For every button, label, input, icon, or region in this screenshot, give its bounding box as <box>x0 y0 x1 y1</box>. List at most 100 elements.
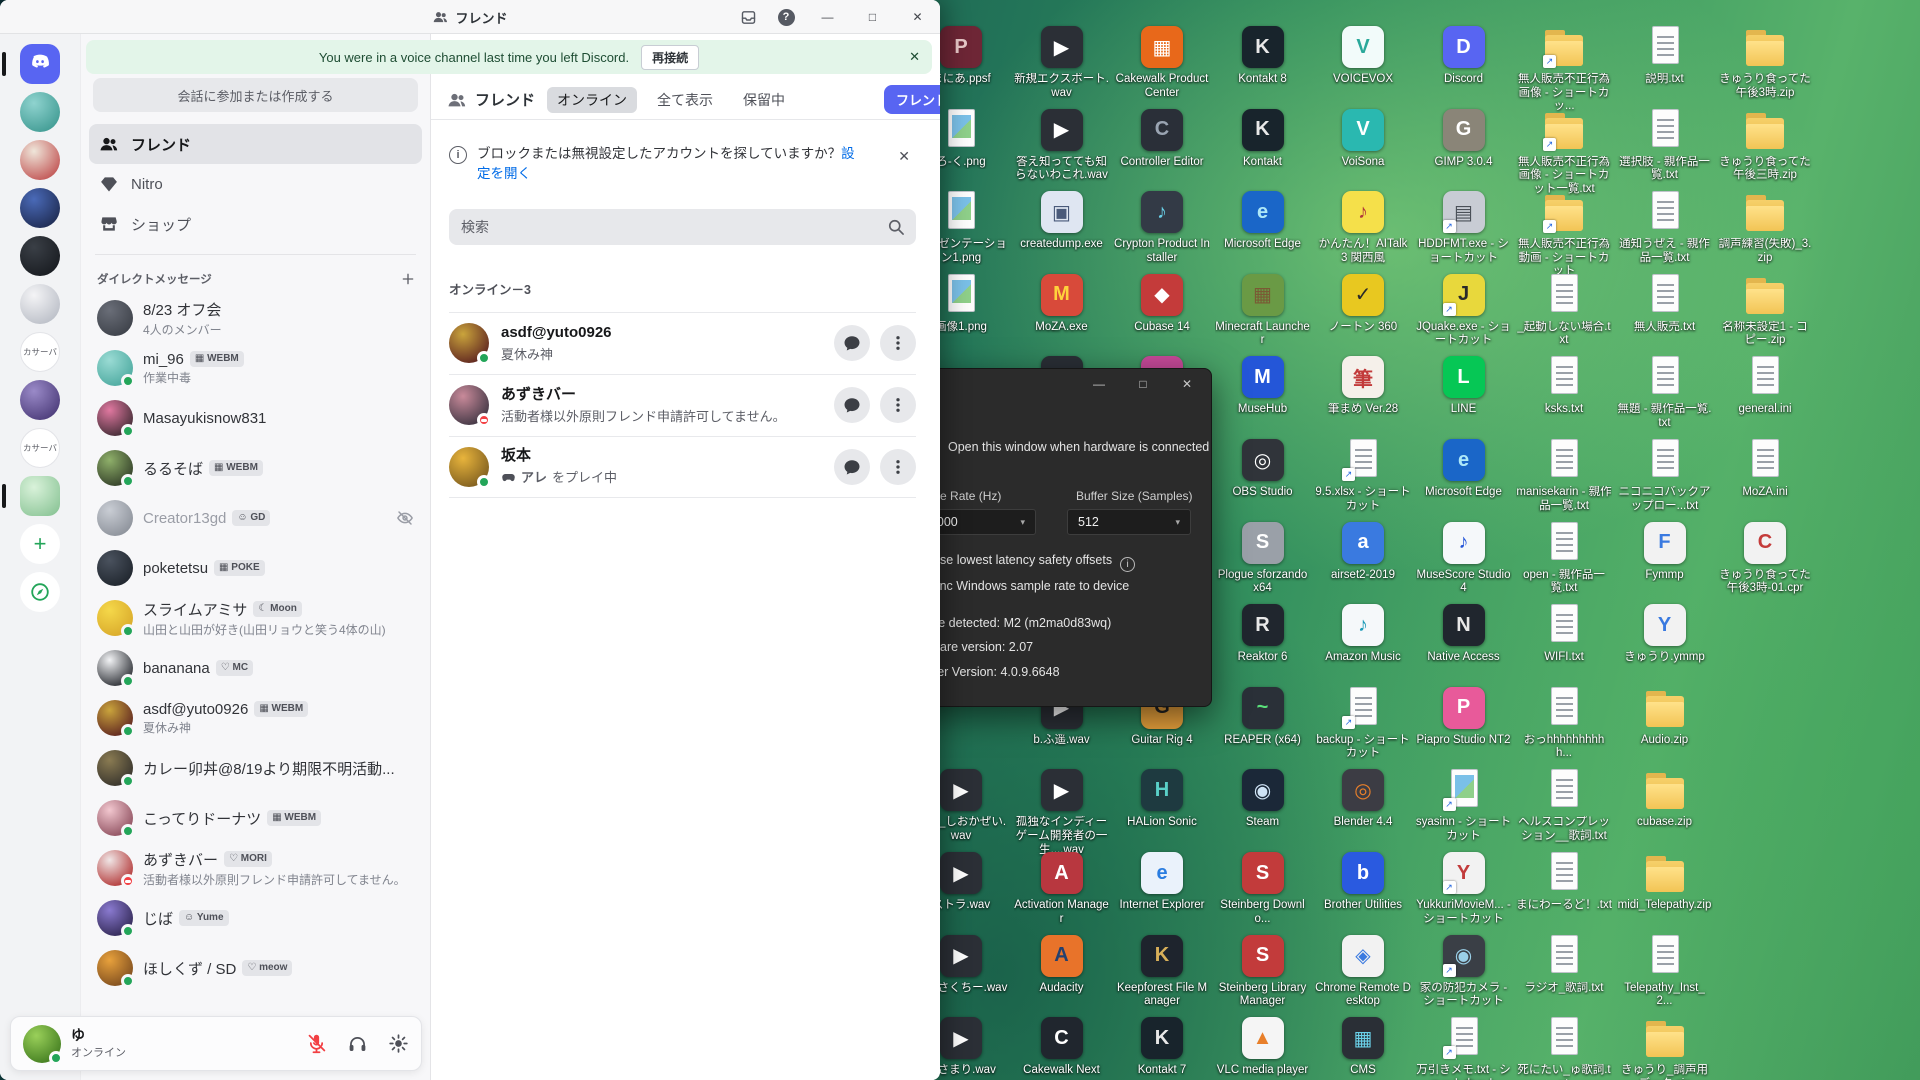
notice-close-icon[interactable]: ✕ <box>898 146 910 167</box>
desktop-icon[interactable]: ♪Crypton Product Installer <box>1114 189 1210 265</box>
desktop-icon[interactable]: Yきゅうり.ymmp <box>1617 602 1713 665</box>
desktop-icon[interactable]: FFymmp <box>1617 520 1713 583</box>
desktop-icon[interactable]: _起動しない場合.txt <box>1516 272 1612 348</box>
desktop-icon[interactable]: ▶新規エクスポート.wav <box>1014 24 1110 100</box>
desktop-icon[interactable]: ↗無人販売不正行為画像 - ショートカット一覧.txt <box>1516 107 1612 197</box>
desktop-icon[interactable]: AActivation Manager <box>1014 850 1110 926</box>
desktop-icon[interactable]: 名称未設定1 - コピー.zip <box>1717 272 1813 348</box>
dm-item[interactable]: カレー卯丼@8/19より期限不明活動... <box>89 743 422 793</box>
desktop-icon[interactable]: ◉↗家の防犯カメラ - ショートカット <box>1416 933 1512 1009</box>
desktop-icon[interactable]: ▦Cakewalk Product Center <box>1114 24 1210 100</box>
desktop-icon[interactable]: SSteinberg Downlo... <box>1215 850 1311 926</box>
desktop-icon[interactable]: midi_Telepathy.zip <box>1617 850 1713 913</box>
more-button[interactable] <box>880 387 916 423</box>
desktop-icon[interactable]: aairset2-2019 <box>1315 520 1411 583</box>
add-server-button[interactable]: + <box>20 524 60 564</box>
desktop-icon[interactable]: ▶答え知ってても知らないわこれ.wav <box>1014 107 1110 183</box>
desktop-icon[interactable]: VVOICEVOX <box>1315 24 1411 87</box>
desktop-icon[interactable]: ◆Cubase 14 <box>1114 272 1210 335</box>
server-icon[interactable] <box>20 380 60 420</box>
desktop-icon[interactable]: ↗syasinn - ショートカット <box>1416 767 1512 843</box>
desktop-icon[interactable]: ◈Chrome Remote Desktop <box>1315 933 1411 1009</box>
tab-保留中[interactable]: 保留中 <box>733 87 795 113</box>
dm-item[interactable]: じば☺ Yume <box>89 893 422 943</box>
desktop-icon[interactable]: ↗無人販売不正行為画像 - ショートカッ... <box>1516 24 1612 114</box>
create-dm-icon[interactable] <box>400 271 416 287</box>
desktop-icon[interactable]: Y↗YukkuriMovieM... - ショートカット <box>1416 850 1512 926</box>
desktop-icon[interactable]: ▲VLC media player <box>1215 1015 1311 1078</box>
tab-全て表示[interactable]: 全て表示 <box>647 87 723 113</box>
desktop-icon[interactable]: ↗backup - ショートカット <box>1315 685 1411 761</box>
desktop-icon[interactable]: MoZA.ini <box>1717 437 1813 500</box>
desktop-icon[interactable]: NNative Access <box>1416 602 1512 665</box>
sidebar-item-friends[interactable]: フレンド <box>89 124 422 164</box>
desktop-icon[interactable]: KKeepforest File Manager <box>1114 933 1210 1009</box>
dm-item[interactable]: スライムアミサ☾ Moon山田と山田が好き(山田リョウと笑う4体の山) <box>89 593 422 643</box>
dialog-maximize-button[interactable]: □ <box>1121 369 1165 399</box>
desktop-icon[interactable]: manisekarin - 親作品一覧.txt <box>1516 437 1612 513</box>
desktop-icon[interactable]: cubase.zip <box>1617 767 1713 830</box>
desktop-icon[interactable]: SPlogue sforzando x64 <box>1215 520 1311 596</box>
desktop-icon[interactable]: Telepathy_Inst_2... <box>1617 933 1713 1009</box>
desktop-icon[interactable]: eInternet Explorer <box>1114 850 1210 913</box>
explore-servers-button[interactable] <box>20 572 60 612</box>
eye-off-icon[interactable] <box>396 509 414 527</box>
banner-close-icon[interactable]: ✕ <box>909 49 920 65</box>
friend-row[interactable]: 坂本アレをプレイ中 <box>449 436 916 498</box>
dm-item[interactable]: ほしくず / SD♡ meow <box>89 943 422 993</box>
desktop-icon[interactable]: 調声練習(失敗)_3.zip <box>1717 189 1813 265</box>
buffer-size-select[interactable]: 512 ▾ <box>1067 509 1191 535</box>
desktop-icon[interactable]: VVoiSona <box>1315 107 1411 170</box>
desktop-icon[interactable]: ↗万引きメモ.txt - ショートカット <box>1416 1015 1512 1080</box>
reconnect-button[interactable]: 再接続 <box>641 45 699 70</box>
desktop-icon[interactable]: きゅうり食ってた午後三時.zip <box>1717 107 1813 183</box>
desktop-icon[interactable]: PPiapro Studio NT2 <box>1416 685 1512 748</box>
desktop-icon[interactable]: WIFI.txt <box>1516 602 1612 665</box>
desktop-icon[interactable]: ↗9.5.xlsx - ショートカット <box>1315 437 1411 513</box>
desktop-icon[interactable]: open - 親作品一覧.txt <box>1516 520 1612 596</box>
dm-item[interactable]: mi_96▦ WEBM作業中毒 <box>89 343 422 393</box>
desktop-icon[interactable]: 死にたい_ゅ歌詞.txt <box>1516 1015 1612 1080</box>
desktop-icon[interactable]: eMicrosoft Edge <box>1215 189 1311 252</box>
desktop-icon[interactable]: ▶孤独なインディーゲーム開発者の一生....wav <box>1014 767 1110 857</box>
info-icon[interactable]: i <box>1120 557 1135 572</box>
desktop-icon[interactable]: ◎Blender 4.4 <box>1315 767 1411 830</box>
desktop-icon[interactable]: ▦Minecraft Launcher <box>1215 272 1311 348</box>
dm-item[interactable]: 8/23 オフ会4人のメンバー <box>89 293 422 343</box>
desktop-icon[interactable]: MMoZA.exe <box>1014 272 1110 335</box>
more-button[interactable] <box>880 325 916 361</box>
desktop-icon[interactable]: HHALion Sonic <box>1114 767 1210 830</box>
message-button[interactable] <box>834 449 870 485</box>
start-conversation-button[interactable]: 会話に参加または作成する <box>93 78 418 112</box>
desktop-icon[interactable]: 通知うぜえ - 親作品一覧.txt <box>1617 189 1713 265</box>
dm-item[interactable]: こってりドーナツ▦ WEBM <box>89 793 422 843</box>
search-input[interactable] <box>449 209 916 245</box>
desktop-icon[interactable]: MMuseHub <box>1215 354 1311 417</box>
desktop-icon[interactable]: Cきゅうり食ってた午後3時-01.cpr <box>1717 520 1813 596</box>
dialog-close-button[interactable]: ✕ <box>1165 369 1209 399</box>
desktop-icon[interactable]: ▤↗HDDFMT.exe - ショートカット <box>1416 189 1512 265</box>
desktop-icon[interactable]: GGIMP 3.0.4 <box>1416 107 1512 170</box>
server-icon[interactable] <box>20 188 60 228</box>
minimize-button[interactable]: — <box>805 0 850 34</box>
server-icon[interactable]: カサーバ <box>20 428 60 468</box>
desktop-icon[interactable]: 無題 - 親作品一覧.txt <box>1617 354 1713 430</box>
desktop-icon[interactable]: ✓ノートン 360 <box>1315 272 1411 335</box>
desktop-icon[interactable]: DDiscord <box>1416 24 1512 87</box>
desktop-icon[interactable]: 無人販売.txt <box>1617 272 1713 335</box>
desktop-icon[interactable]: AAudacity <box>1014 933 1110 996</box>
sidebar-item-nitro[interactable]: Nitro <box>89 164 422 204</box>
desktop-icon[interactable]: きゅうり食ってた午後3時.zip <box>1717 24 1813 100</box>
add-friend-button[interactable]: フレンド追加 <box>884 85 940 114</box>
dm-item[interactable]: asdf@yuto0926▦ WEBM夏休み神 <box>89 693 422 743</box>
more-button[interactable] <box>880 449 916 485</box>
desktop-icon[interactable]: CController Editor <box>1114 107 1210 170</box>
friend-row[interactable]: asdf@yuto0926夏休み神 <box>449 312 916 374</box>
help-button[interactable]: ? <box>767 9 805 26</box>
desktop-icon[interactable]: 説明.txt <box>1617 24 1713 87</box>
desktop-icon[interactable]: ♪かんたん！AITalk 3 関西風 <box>1315 189 1411 265</box>
desktop-icon[interactable]: ラジオ_歌詞.txt <box>1516 933 1612 996</box>
desktop-icon[interactable]: ♪Amazon Music <box>1315 602 1411 665</box>
inbox-button[interactable] <box>729 9 767 26</box>
dm-item[interactable]: bananana♡ MC <box>89 643 422 693</box>
